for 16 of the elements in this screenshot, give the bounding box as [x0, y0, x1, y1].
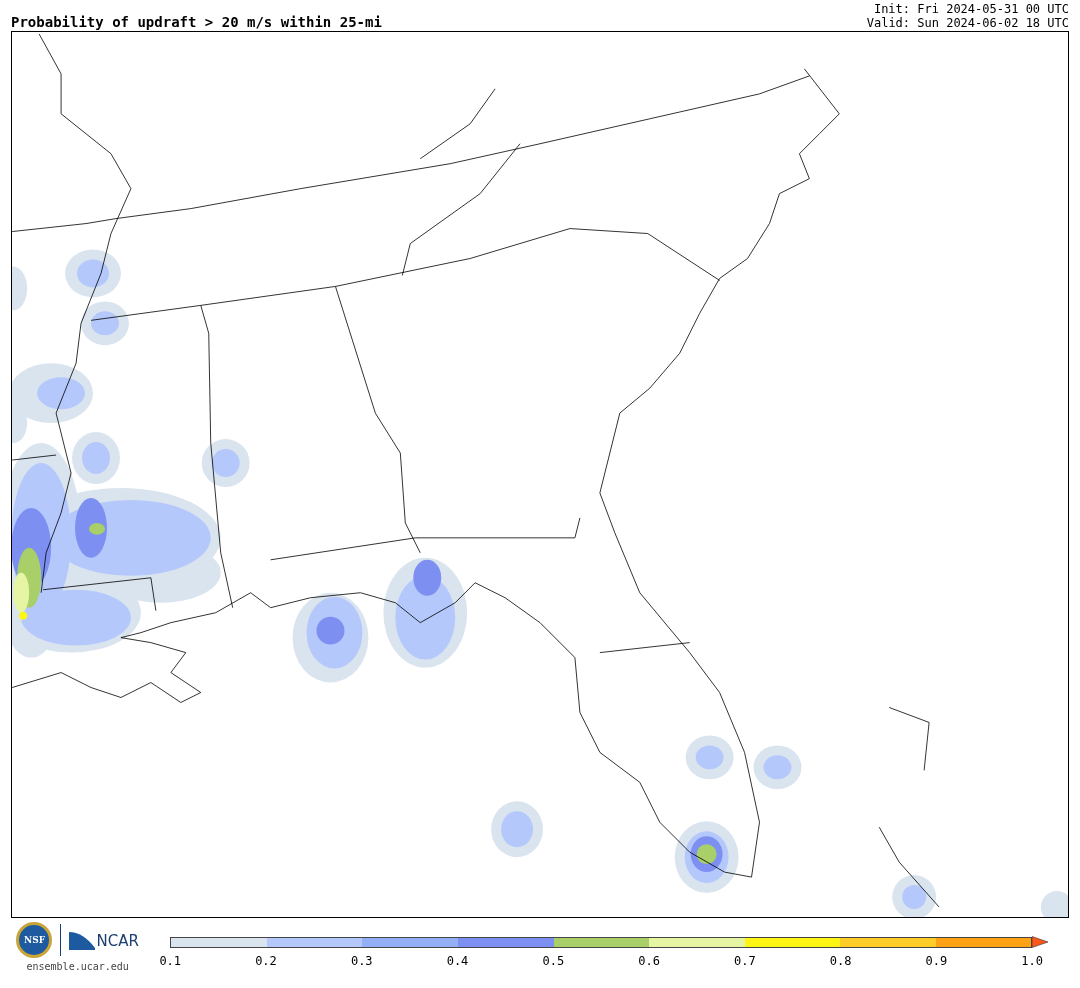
ncar-swoosh-icon — [69, 930, 96, 950]
colorbar-tick-label: 0.2 — [254, 954, 278, 968]
colorbar-tick-label: 0.8 — [828, 954, 853, 968]
ncar-logo-text: NCAR — [96, 932, 139, 950]
init-time: Init: Fri 2024-05-31 00 UTC — [872, 2, 1069, 16]
colorbar-tick-label: 1.0 — [1020, 954, 1044, 968]
nsf-logo: NSF — [16, 922, 53, 958]
colorbar-tick-label: 0.6 — [637, 954, 661, 968]
valid-time: Valid: Sun 2024-06-02 18 UTC — [866, 16, 1069, 30]
chart-title: Probability of updraft > 20 m/s within 25-mi — [11, 14, 382, 30]
colorbar-tick-label: 0.9 — [924, 954, 949, 968]
colorbar-tick-label: 0.7 — [732, 954, 757, 968]
colorbar-tick-label: 0.5 — [541, 954, 566, 968]
colorbar-tick-label: 0.3 — [349, 954, 374, 968]
colorbar-tick-label: 0.4 — [445, 954, 470, 968]
site-url: ensemble.ucar.edu — [26, 961, 129, 972]
